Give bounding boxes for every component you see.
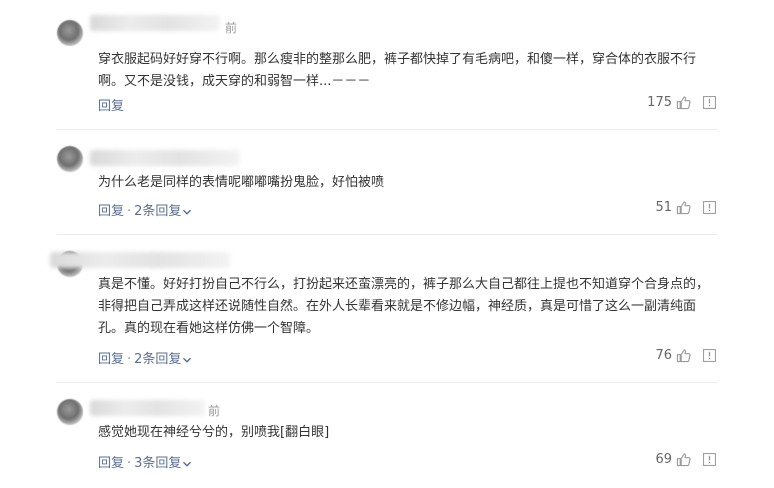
separator: · bbox=[127, 204, 132, 219]
replies-count-label: 2条回复 bbox=[134, 204, 182, 219]
like-count: 51 bbox=[655, 200, 672, 215]
username-blurred[interactable] bbox=[50, 252, 230, 268]
replies-count-label: 2条回复 bbox=[134, 352, 182, 367]
avatar[interactable] bbox=[57, 146, 83, 172]
like-count: 76 bbox=[655, 348, 672, 363]
comment-actions: 回复 · 2条回复 bbox=[98, 348, 192, 367]
chevron-down-icon bbox=[183, 209, 192, 215]
view-replies-button[interactable]: 2条回复 bbox=[134, 204, 192, 219]
thumb-up-icon[interactable] bbox=[676, 452, 691, 467]
separator: · bbox=[127, 456, 132, 471]
comment-time: 前 bbox=[208, 404, 221, 418]
avatar[interactable] bbox=[57, 20, 83, 46]
view-replies-button[interactable]: 2条回复 bbox=[134, 352, 192, 367]
comment-right-actions: 51 bbox=[655, 200, 716, 215]
comment-right-actions: 69 bbox=[655, 452, 716, 467]
comment-text: 为什么老是同样的表情呢嘟嘟嘴扮鬼脸，好怕被喷 bbox=[98, 175, 385, 190]
reply-button[interactable]: 回复 bbox=[98, 204, 124, 219]
comment-time: 前 bbox=[225, 21, 238, 35]
comment-actions: 回复 bbox=[98, 95, 124, 114]
comment-text: 穿衣服起码好好穿不行啊。那么瘦非的整那么肥，裤子都快掉了有毛病吧，和傻一样，穿合… bbox=[98, 52, 697, 89]
avatar[interactable] bbox=[57, 399, 83, 425]
chevron-down-icon bbox=[183, 461, 192, 467]
username-blurred[interactable] bbox=[90, 150, 240, 166]
thumb-up-icon[interactable] bbox=[676, 348, 691, 363]
comment-actions: 回复 · 2条回复 bbox=[98, 200, 192, 219]
separator: · bbox=[127, 352, 132, 367]
comment-right-actions: 76 bbox=[655, 348, 716, 363]
comment-actions: 回复 · 3条回复 bbox=[98, 452, 192, 471]
report-icon[interactable] bbox=[703, 453, 716, 466]
username-blurred[interactable] bbox=[90, 15, 220, 31]
thumb-up-icon[interactable] bbox=[676, 95, 691, 110]
comment-text: 感觉她现在神经兮兮的，别喷我[翻白眼] bbox=[98, 425, 330, 440]
username-blurred[interactable] bbox=[90, 400, 205, 416]
like-count: 175 bbox=[647, 95, 672, 110]
reply-button[interactable]: 回复 bbox=[98, 352, 124, 367]
comment-right-actions: 175 bbox=[647, 95, 716, 110]
reply-button[interactable]: 回复 bbox=[98, 99, 124, 114]
thumb-up-icon[interactable] bbox=[676, 200, 691, 215]
report-icon[interactable] bbox=[703, 349, 716, 362]
view-replies-button[interactable]: 3条回复 bbox=[134, 456, 192, 471]
replies-count-label: 3条回复 bbox=[134, 456, 182, 471]
comment-text: 真是不懂。好好打扮自己不行么，打扮起来还蛮漂亮的，裤子那么大自己都往上提也不知道… bbox=[98, 277, 710, 336]
like-count: 69 bbox=[655, 452, 672, 467]
divider bbox=[57, 234, 717, 235]
report-icon[interactable] bbox=[703, 201, 716, 214]
reply-button[interactable]: 回复 bbox=[98, 456, 124, 471]
chevron-down-icon bbox=[183, 357, 192, 363]
divider bbox=[57, 382, 717, 383]
report-icon[interactable] bbox=[703, 96, 716, 109]
divider bbox=[57, 129, 717, 130]
